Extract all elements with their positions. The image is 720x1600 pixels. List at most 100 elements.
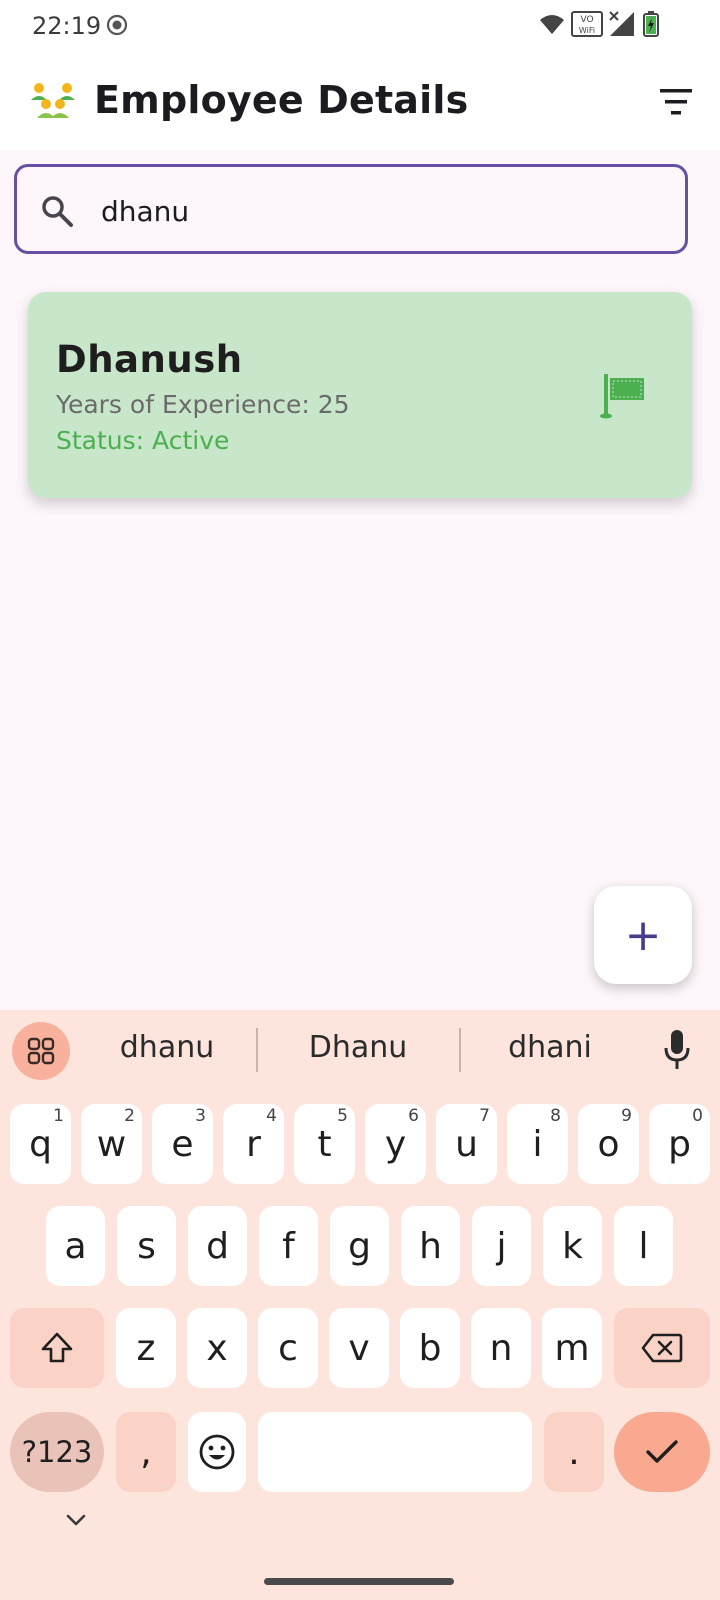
key-t[interactable]: t5 bbox=[294, 1104, 355, 1184]
key-label: h bbox=[419, 1225, 442, 1267]
key-label: u bbox=[455, 1123, 478, 1165]
key-hint: 8 bbox=[550, 1106, 561, 1126]
key-label: r bbox=[246, 1123, 261, 1165]
add-employee-button[interactable]: + bbox=[594, 886, 692, 984]
screen-record-icon bbox=[106, 14, 128, 36]
suggestion-2[interactable]: Dhanu bbox=[273, 1030, 443, 1065]
key-label: q bbox=[29, 1123, 52, 1165]
key-y[interactable]: y6 bbox=[365, 1104, 426, 1184]
key-label: x bbox=[206, 1327, 228, 1369]
employee-experience: Years of Experience: 25 bbox=[56, 390, 350, 419]
suggestion-3[interactable]: dhani bbox=[465, 1030, 635, 1065]
backspace-icon bbox=[641, 1333, 683, 1363]
status-time: 22:19 bbox=[32, 12, 102, 40]
key-f[interactable]: f bbox=[259, 1206, 318, 1286]
wifi-icon bbox=[540, 15, 564, 34]
key-q[interactable]: q1 bbox=[10, 1104, 71, 1184]
symbols-key[interactable]: ?123 bbox=[10, 1412, 104, 1492]
key-hint: 3 bbox=[195, 1106, 206, 1126]
key-z[interactable]: z bbox=[116, 1308, 176, 1388]
key-label: j bbox=[496, 1225, 507, 1267]
key-n[interactable]: n bbox=[471, 1308, 531, 1388]
filter-icon[interactable] bbox=[652, 78, 700, 126]
suggestion-divider bbox=[256, 1028, 258, 1072]
key-p[interactable]: p0 bbox=[649, 1104, 710, 1184]
key-label: i bbox=[532, 1123, 543, 1165]
keyboard-apps-button[interactable] bbox=[12, 1022, 70, 1080]
key-label: n bbox=[489, 1327, 513, 1369]
key-label: d bbox=[206, 1225, 229, 1267]
done-key[interactable] bbox=[614, 1412, 710, 1492]
key-label: t bbox=[317, 1123, 332, 1165]
key-v[interactable]: v bbox=[329, 1308, 389, 1388]
key-d[interactable]: d bbox=[188, 1206, 247, 1286]
battery-icon bbox=[643, 11, 659, 37]
key-hint: 1 bbox=[53, 1106, 64, 1126]
comma-key[interactable]: , bbox=[116, 1412, 176, 1492]
suggestion-1[interactable]: dhanu bbox=[82, 1030, 252, 1065]
key-label: c bbox=[278, 1327, 298, 1369]
key-r[interactable]: r4 bbox=[223, 1104, 284, 1184]
key-x[interactable]: x bbox=[187, 1308, 247, 1388]
search-field[interactable] bbox=[14, 164, 688, 254]
page-title: Employee Details bbox=[94, 78, 469, 122]
key-hint: 9 bbox=[621, 1106, 632, 1126]
key-o[interactable]: o9 bbox=[578, 1104, 639, 1184]
key-label: v bbox=[348, 1327, 370, 1369]
key-m[interactable]: m bbox=[542, 1308, 602, 1388]
period-key[interactable]: . bbox=[544, 1412, 604, 1492]
status-bar: 22:19 VO WiFi bbox=[0, 0, 720, 52]
key-label: s bbox=[137, 1225, 156, 1267]
home-indicator[interactable] bbox=[264, 1578, 454, 1585]
employee-card[interactable]: Dhanush Years of Experience: 25 Status: … bbox=[28, 292, 692, 498]
key-a[interactable]: a bbox=[46, 1206, 105, 1286]
employee-status: Status: Active bbox=[56, 426, 230, 455]
backspace-key[interactable] bbox=[614, 1308, 710, 1388]
suggestion-divider bbox=[459, 1028, 461, 1072]
flag-icon[interactable] bbox=[598, 370, 648, 420]
vowifi-icon: VO WiFi bbox=[571, 11, 603, 37]
key-hint: 6 bbox=[408, 1106, 419, 1126]
key-k[interactable]: k bbox=[543, 1206, 602, 1286]
microphone-icon[interactable] bbox=[662, 1028, 692, 1072]
key-l[interactable]: l bbox=[614, 1206, 673, 1286]
svg-text:VO: VO bbox=[580, 15, 593, 25]
svg-text:WiFi: WiFi bbox=[579, 26, 595, 35]
keyboard: dhanu Dhanu dhani q1w2e3r4t5y6u7i8o9p0 a… bbox=[0, 1010, 720, 1600]
key-label: g bbox=[348, 1225, 371, 1267]
key-label: m bbox=[554, 1327, 590, 1369]
shift-key[interactable] bbox=[10, 1308, 104, 1388]
key-h[interactable]: h bbox=[401, 1206, 460, 1286]
key-i[interactable]: i8 bbox=[507, 1104, 568, 1184]
signal-icon bbox=[609, 11, 634, 36]
key-c[interactable]: c bbox=[258, 1308, 318, 1388]
key-hint: 4 bbox=[266, 1106, 277, 1126]
key-label: z bbox=[136, 1327, 156, 1369]
status-icons: VO WiFi bbox=[540, 11, 659, 37]
key-label: l bbox=[638, 1225, 649, 1267]
key-hint: 7 bbox=[479, 1106, 490, 1126]
key-e[interactable]: e3 bbox=[152, 1104, 213, 1184]
search-icon bbox=[42, 196, 73, 227]
grid-icon bbox=[27, 1037, 55, 1065]
key-u[interactable]: u7 bbox=[436, 1104, 497, 1184]
key-label: o bbox=[597, 1123, 620, 1165]
key-label: w bbox=[96, 1123, 127, 1165]
key-label: k bbox=[562, 1225, 583, 1267]
key-s[interactable]: s bbox=[117, 1206, 176, 1286]
key-label: y bbox=[384, 1123, 407, 1165]
key-label: a bbox=[64, 1225, 87, 1267]
key-hint: 0 bbox=[692, 1106, 703, 1126]
space-key[interactable] bbox=[258, 1412, 532, 1492]
key-b[interactable]: b bbox=[400, 1308, 460, 1388]
key-w[interactable]: w2 bbox=[81, 1104, 142, 1184]
people-group-icon bbox=[31, 83, 75, 118]
key-j[interactable]: j bbox=[472, 1206, 531, 1286]
emoji-key[interactable] bbox=[188, 1412, 246, 1492]
key-label: b bbox=[418, 1327, 442, 1369]
checkmark-icon bbox=[646, 1440, 678, 1463]
chevron-down-icon[interactable] bbox=[62, 1506, 90, 1534]
search-input[interactable] bbox=[99, 187, 663, 235]
add-icon: + bbox=[624, 909, 662, 961]
key-g[interactable]: g bbox=[330, 1206, 389, 1286]
